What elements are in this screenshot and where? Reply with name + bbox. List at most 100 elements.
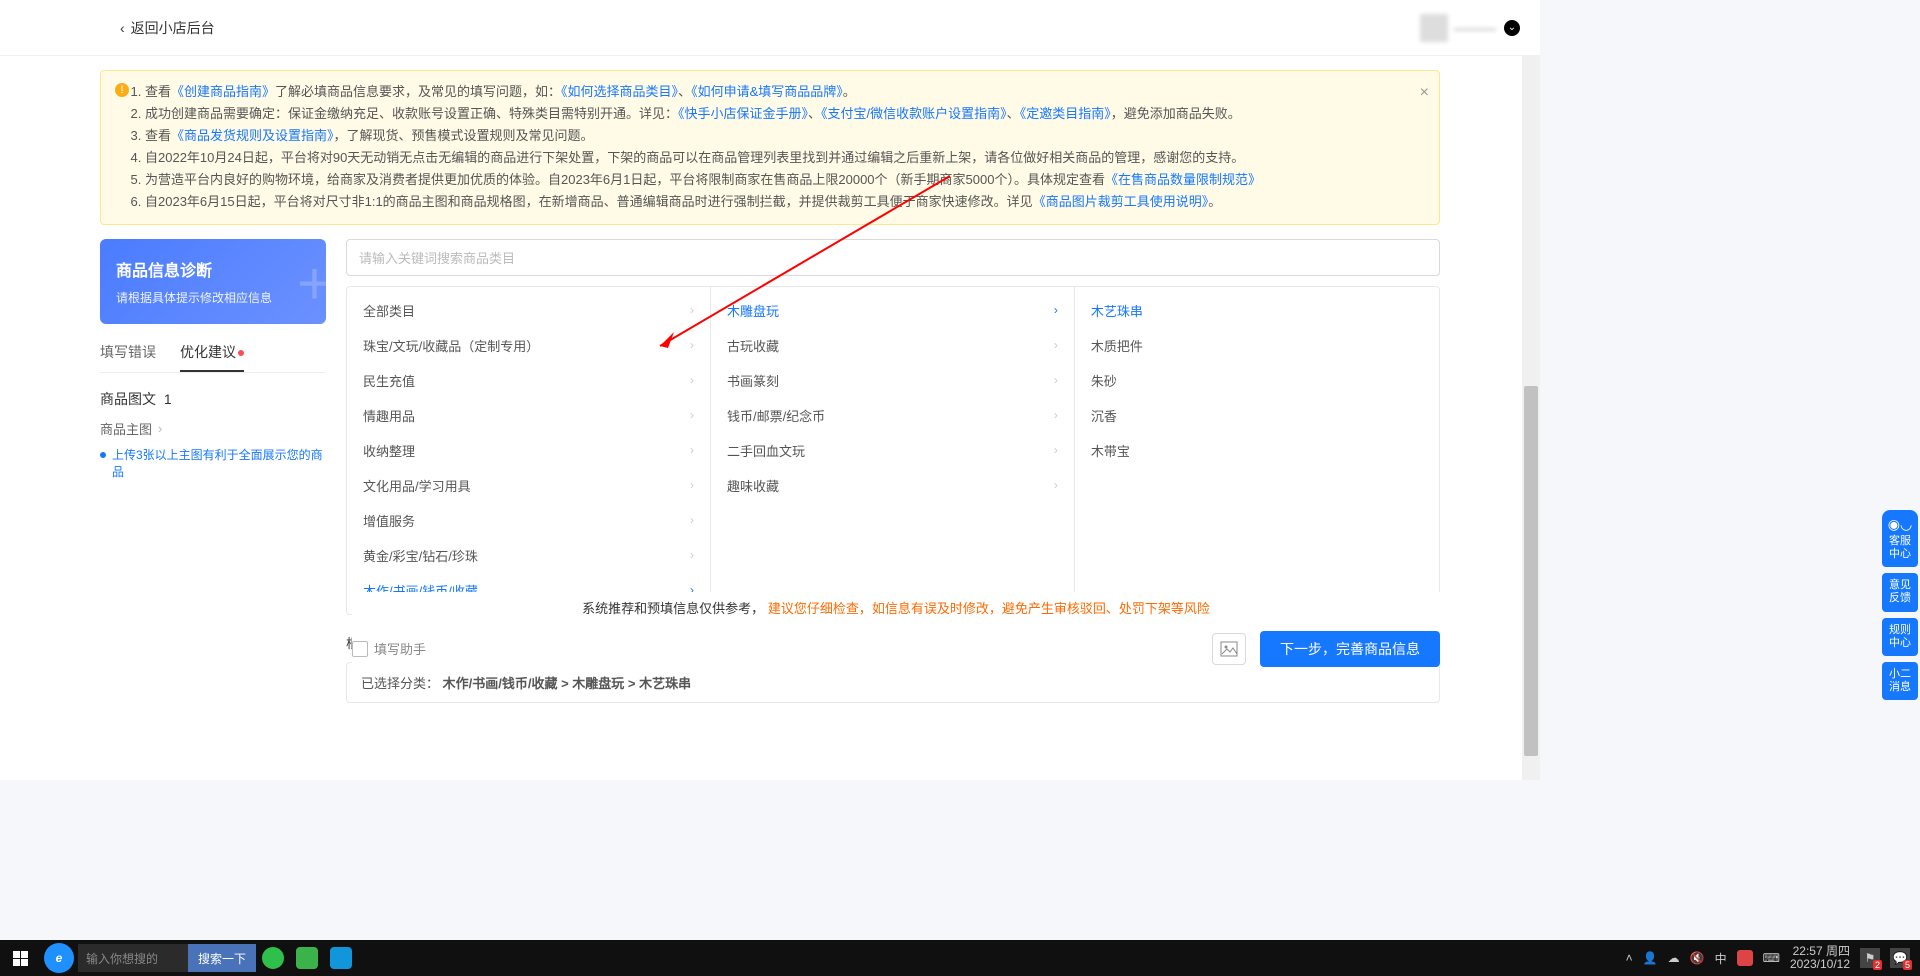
notice-item: 查看《创建商品指南》了解必填商品信息要求，及常见的填写问题，如：《如何选择商品类… (145, 81, 1409, 103)
notice-link[interactable]: 《商品图片裁剪工具使用说明》 (1033, 194, 1209, 209)
close-icon[interactable]: × (1420, 79, 1429, 106)
helper-icon (352, 641, 368, 657)
chevron-right-icon: › (1054, 338, 1058, 352)
tray-notify-2[interactable]: 💬 5 (1890, 948, 1910, 968)
app-blue-icon (330, 947, 352, 969)
notice-item: 查看《商品发货规则及设置指南》，了解现货、预售模式设置规则及常见问题。 (145, 125, 1409, 147)
notice-item: 为营造平台内良好的购物环境，给商家及消费者提供更加优质的体验。自2023年6月1… (145, 169, 1409, 191)
back-to-shop-link[interactable]: ‹ 返回小店后台 (120, 18, 215, 38)
chevron-right-icon: › (690, 548, 694, 562)
chevron-right-icon: › (690, 408, 694, 422)
user-info[interactable]: ——— (1420, 14, 1496, 42)
category-item[interactable]: 情趣用品› (347, 398, 710, 433)
category-item[interactable]: 增值服务› (347, 503, 710, 538)
category-item[interactable]: 收纳整理› (347, 433, 710, 468)
windows-icon (13, 951, 28, 966)
category-item[interactable]: 民生充值› (347, 363, 710, 398)
category-item[interactable]: 书画篆刻› (711, 363, 1074, 398)
taskbar-app-1[interactable] (256, 940, 290, 976)
chevron-right-icon: › (690, 373, 694, 387)
tray-keyboard-icon[interactable]: ⌨ (1763, 951, 1780, 965)
support-face-icon: ◉◡ (1884, 516, 1916, 533)
notice-link[interactable]: 《定邀类目指南》 (1020, 106, 1111, 121)
category-item[interactable]: 全部类目› (347, 293, 710, 328)
scrollbar-track[interactable] (1522, 56, 1540, 780)
tray-notify-1[interactable]: ⚑ 2 (1860, 948, 1880, 968)
image-preview-button[interactable] (1212, 633, 1246, 665)
diagnosis-sub: 请根据具体提示修改相应信息 (116, 289, 310, 306)
category-item[interactable]: 古玩收藏› (711, 328, 1074, 363)
warning-icon: ! (115, 83, 129, 97)
dock-rules[interactable]: 规则中心 (1882, 618, 1918, 656)
notice-link[interactable]: 《商品发货规则及设置指南》 (171, 128, 334, 143)
bullet-icon (100, 452, 106, 458)
chevron-right-icon: › (690, 303, 694, 317)
sub-main-image[interactable]: 商品主图 › (100, 419, 326, 438)
start-button[interactable] (0, 940, 40, 976)
category-search-input[interactable]: 请输入关键词搜索商品类目 (346, 239, 1440, 276)
app-green-icon (262, 947, 284, 969)
tray-onedrive-icon[interactable]: ☁ (1668, 951, 1680, 965)
chevron-right-icon: › (1054, 408, 1058, 422)
notice-link[interactable]: 《快手小店保证金手册》 (678, 106, 808, 121)
notice-item: 自2023年6月15日起，平台将对尺寸非1:1的商品主图和商品规格图，在新增商品… (145, 191, 1409, 213)
category-col-3: 木艺珠串木质把件朱砂沉香木带宝 (1075, 287, 1439, 614)
notice-link[interactable]: 《在售商品数量限制规范》 (1105, 172, 1261, 187)
diagnosis-card[interactable]: + 商品信息诊断 请根据具体提示修改相应信息 (100, 239, 326, 324)
chevron-right-icon: › (1054, 443, 1058, 457)
chevron-right-icon: › (158, 421, 162, 436)
category-item[interactable]: 珠宝/文玩/收藏品（定制专用）› (347, 328, 710, 363)
chevron-right-icon: › (690, 338, 694, 352)
dock-feedback[interactable]: 意见反馈 (1882, 573, 1918, 611)
next-step-button[interactable]: 下一步，完善商品信息 (1260, 631, 1440, 667)
category-item[interactable]: 二手回血文玩› (711, 433, 1074, 468)
category-item[interactable]: 木艺珠串 (1075, 293, 1439, 328)
category-item[interactable]: 木质把件 (1075, 328, 1439, 363)
category-item[interactable]: 黄金/彩宝/钻石/珍珠› (347, 538, 710, 573)
dock-messages[interactable]: 小二消息 (1882, 662, 1918, 700)
tray-sogou-icon[interactable] (1737, 950, 1753, 966)
image-icon (1220, 641, 1238, 657)
chevron-left-icon: ‹ (120, 20, 125, 36)
notice-item: 自2022年10月24日起，平台将对90天无动销无点击无编辑的商品进行下架处置，… (145, 147, 1409, 169)
category-item[interactable]: 木雕盘玩› (711, 293, 1074, 328)
chevron-right-icon: › (690, 513, 694, 527)
taskbar: e 输入你想搜的 搜索一下 ˄ 👤 ☁ 🔇 中 ⌨ 22:57 周四 2023/… (0, 940, 1920, 976)
taskbar-clock[interactable]: 22:57 周四 2023/10/12 (1790, 945, 1850, 971)
taskbar-app-3[interactable] (324, 940, 358, 976)
notice-link[interactable]: 《如何申请&填写商品品牌》 (691, 84, 843, 99)
dock-support[interactable]: ◉◡ 客服中心 (1882, 510, 1918, 567)
plus-decoration-icon: + (297, 249, 326, 318)
category-item[interactable]: 趣味收藏› (711, 468, 1074, 503)
chevron-right-icon: › (1054, 303, 1058, 317)
tray-people-icon[interactable]: 👤 (1643, 951, 1658, 965)
tray-chevron-up-icon[interactable]: ˄ (1626, 951, 1633, 965)
ie-icon[interactable]: e (44, 943, 74, 973)
category-item[interactable]: 钱币/邮票/纪念币› (711, 398, 1074, 433)
caret-down-icon[interactable]: ⌄ (1504, 20, 1520, 36)
notice-link[interactable]: 《创建商品指南》 (171, 84, 275, 99)
username: ——— (1454, 20, 1496, 36)
category-item[interactable]: 沉香 (1075, 398, 1439, 433)
tray-volume-icon[interactable]: 🔇 (1690, 951, 1705, 965)
category-item[interactable]: 文化用品/学习用具› (347, 468, 710, 503)
helper-link[interactable]: 填写助手 (352, 639, 426, 658)
taskbar-search-button[interactable]: 搜索一下 (188, 944, 256, 972)
chevron-right-icon: › (1054, 373, 1058, 387)
tab-errors[interactable]: 填写错误 (100, 342, 156, 372)
tab-suggestions[interactable]: 优化建议 (180, 342, 244, 372)
scrollbar-thumb[interactable] (1524, 386, 1538, 756)
chevron-right-icon: › (690, 443, 694, 457)
taskbar-search-input[interactable]: 输入你想搜的 (78, 944, 188, 972)
notice-link[interactable]: 《支付宝/微信收款账户设置指南》 (821, 106, 1007, 121)
taskbar-app-2[interactable] (290, 940, 324, 976)
notice-item: 成功创建商品需要确定：保证金缴纳充足、收款账号设置正确、特殊类目需特别开通。详见… (145, 103, 1409, 125)
section-images[interactable]: 商品图文 1 (100, 389, 326, 409)
diagnosis-title: 商品信息诊断 (116, 257, 310, 281)
notice-banner: ! × 查看《创建商品指南》了解必填商品信息要求，及常见的填写问题，如：《如何选… (100, 70, 1440, 225)
category-item[interactable]: 朱砂 (1075, 363, 1439, 398)
category-col-1: 全部类目›珠宝/文玩/收藏品（定制专用）›民生充值›情趣用品›收纳整理›文化用品… (347, 287, 711, 614)
tray-ime-icon[interactable]: 中 (1715, 950, 1727, 967)
notice-link[interactable]: 《如何选择商品类目》 (561, 84, 678, 99)
category-item[interactable]: 木带宝 (1075, 433, 1439, 468)
